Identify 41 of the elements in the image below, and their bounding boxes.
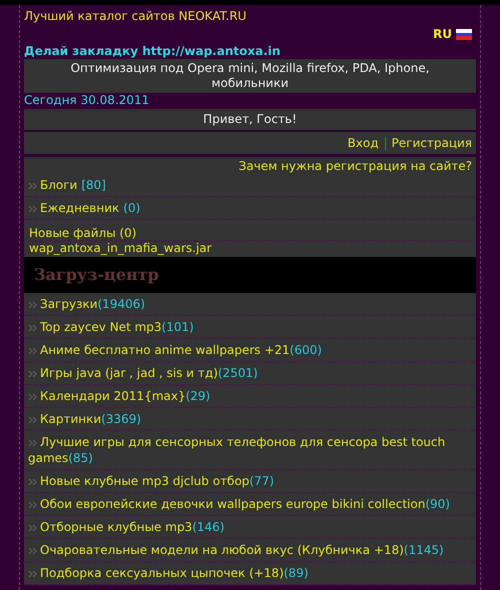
category-link[interactable]: Лучшие игры для сенсорных телефонов для сенсора best touch games(85) <box>28 434 472 466</box>
optimization-banner: Оптимизация под Opera mini, Mozilla firefox, PDA, Iphone, мобильники <box>24 59 476 93</box>
category-link[interactable]: Игры java (jar , jad , sis и тд)(2501) <box>28 365 472 381</box>
arrow-icon <box>28 570 38 578</box>
category-link[interactable]: Картинки(3369) <box>28 411 472 427</box>
arrow-icon <box>28 392 38 401</box>
arrow-icon <box>28 204 38 213</box>
site-title: Лучший каталог сайтов NEOKAT.RU <box>24 8 248 25</box>
arrow-icon <box>28 416 38 424</box>
category-link[interactable]: Новые клубные mp3 djclub отбор(77) <box>28 473 472 489</box>
category-link[interactable]: Top zaycev Net mp3(101) <box>28 319 472 335</box>
category-link[interactable]: Подборка сексуальных цыпочек (+18)(89) <box>28 565 472 581</box>
category-link[interactable]: Аниме бесплатно anime wallpapers +21(600) <box>28 342 472 358</box>
arrow-icon <box>28 182 38 190</box>
arrow-icon <box>28 500 38 509</box>
arrow-icon <box>28 346 38 355</box>
flag-icon[interactable] <box>456 28 472 40</box>
arrow-icon <box>28 300 38 309</box>
arrow-icon <box>28 478 38 486</box>
register-info-link[interactable]: Зачем нужна регистрация на сайте? <box>238 159 472 173</box>
file-link[interactable]: wap_antoxa_in_mafia_wars.jar <box>29 241 212 255</box>
arrow-icon <box>28 324 38 332</box>
category-link[interactable]: Загрузки(19406) <box>28 296 472 312</box>
category-link[interactable]: Блоги [80] <box>28 177 472 193</box>
category-link[interactable]: Календари 2011{max}(29) <box>28 388 472 404</box>
arrow-icon <box>28 524 38 532</box>
greeting-banner: Привет, Гость! <box>24 109 476 130</box>
section-heading: Загруз-центр <box>34 264 159 286</box>
bookmark-text: Делай закладку http://wap.antoxa.in <box>24 43 282 59</box>
arrow-icon <box>28 546 38 555</box>
date-text: Сегодня 30.08.2011 <box>24 93 150 108</box>
auth-link[interactable]: Регистрация <box>392 135 472 151</box>
category-link[interactable]: Обои европейские девочки wallpapers europe bikini collection(90) <box>28 496 472 512</box>
category-link[interactable]: Очаровательные модели на любой вкус (Клубничка +18)(1145) <box>28 542 472 558</box>
arrow-icon <box>28 370 38 378</box>
category-link[interactable]: Ежедневник (0) <box>28 200 472 216</box>
language-label[interactable]: RU <box>433 25 452 43</box>
category-link[interactable]: Отборные клубные mp3(146) <box>28 519 472 535</box>
arrow-icon <box>28 438 38 447</box>
auth-link[interactable]: Вход <box>348 135 379 151</box>
new-files-label: Новые файлы (0) <box>29 226 138 240</box>
